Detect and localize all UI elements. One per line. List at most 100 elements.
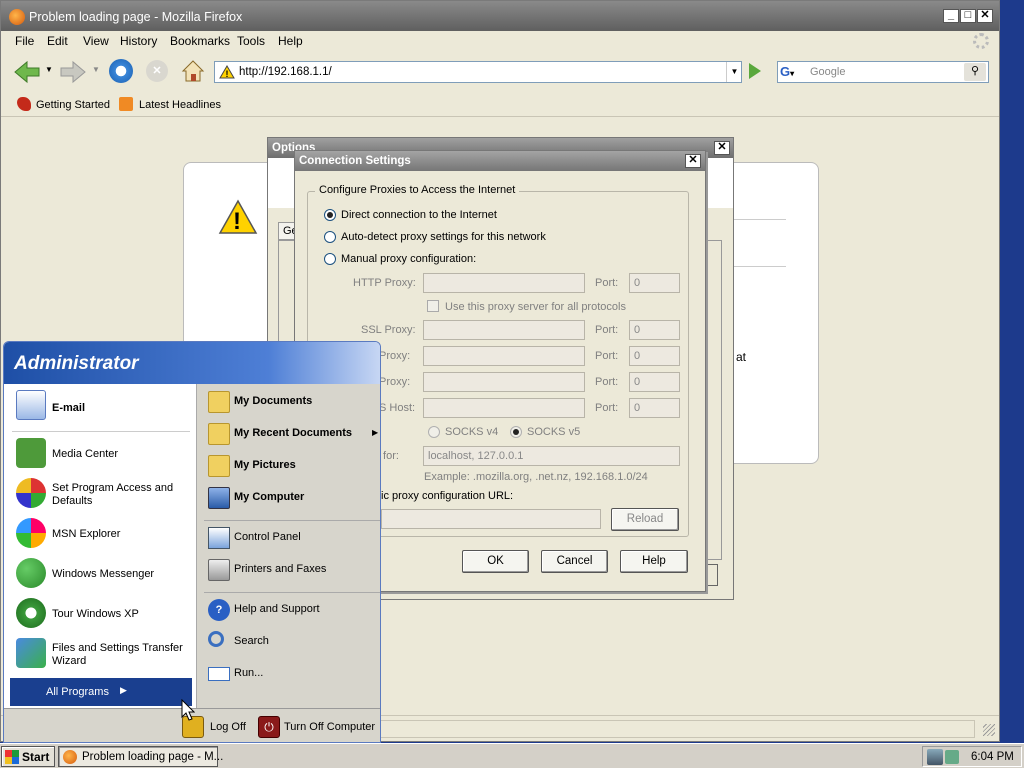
right-help-support[interactable]: ? Help and Support <box>204 595 380 623</box>
google-engine-icon[interactable]: G▾ <box>780 64 806 80</box>
radio-socks-v4[interactable] <box>428 426 440 438</box>
gopher-proxy-input[interactable] <box>423 372 585 392</box>
minimize-button[interactable]: _ <box>943 9 959 23</box>
gopher-port-label: Port: <box>595 376 619 388</box>
menu-history[interactable]: History <box>120 34 157 48</box>
menu-edit[interactable]: Edit <box>47 34 68 48</box>
radio-auto-label[interactable]: Auto-detect proxy settings for this netw… <box>341 231 546 243</box>
start-button[interactable]: Start <box>1 746 55 767</box>
user-name: Administrator <box>14 353 139 374</box>
taskbar-firefox-task[interactable]: Problem loading page - M... <box>58 746 223 767</box>
firefox-titlebar[interactable]: Problem loading page - Mozilla Firefox _… <box>1 1 999 31</box>
options-close-button[interactable]: ✕ <box>714 141 730 155</box>
reload-button[interactable]: Reload <box>611 508 679 531</box>
http-proxy-input[interactable] <box>423 273 585 293</box>
url-text: http://192.168.1.1/ <box>239 66 332 78</box>
all-programs-button[interactable]: All Programs ▶ <box>10 678 192 706</box>
recent-transfer-wizard[interactable]: Files and Settings Transfer Wizard <box>14 636 194 672</box>
turn-off-button[interactable]: ⏻ Turn Off Computer <box>256 713 380 741</box>
right-my-documents[interactable]: My Documents <box>204 387 380 415</box>
socks-v5-label[interactable]: SOCKS v5 <box>527 426 580 438</box>
right-search[interactable]: Search <box>204 627 380 655</box>
stop-icon[interactable]: ✕ <box>146 60 168 82</box>
recent-program-access[interactable]: Set Program Access and Defaults <box>14 476 194 512</box>
start-left-column: E-mail Media Center Set Program Access a… <box>4 384 196 716</box>
gopher-port-input[interactable]: 0 <box>629 372 680 392</box>
no-proxy-input[interactable]: localhost, 127.0.0.1 <box>423 446 680 466</box>
auto-config-url-input[interactable] <box>381 509 601 529</box>
radio-manual[interactable] <box>324 253 336 265</box>
computer-icon <box>208 487 230 509</box>
turn-off-label: Turn Off Computer <box>284 721 376 733</box>
radio-direct-label[interactable]: Direct connection to the Internet <box>341 209 497 221</box>
menu-file[interactable]: File <box>15 34 34 48</box>
menu-bookmarks[interactable]: Bookmarks <box>170 34 230 48</box>
socks-host-input[interactable] <box>423 398 585 418</box>
menu-help[interactable]: Help <box>278 34 303 48</box>
reload-icon[interactable] <box>109 59 133 83</box>
ftp-proxy-input[interactable] <box>423 346 585 366</box>
help-icon: ? <box>208 599 230 621</box>
socks-port-input[interactable]: 0 <box>629 398 680 418</box>
msn-icon <box>16 518 46 548</box>
log-off-label: Log Off <box>210 721 246 733</box>
ftp-proxy-label: Proxy: <box>379 350 411 362</box>
back-dropdown-icon[interactable]: ▼ <box>45 65 53 74</box>
search-input[interactable]: Google <box>810 66 845 78</box>
mouse-cursor-icon <box>181 699 195 721</box>
right-printers-faxes[interactable]: Printers and Faxes <box>204 555 380 583</box>
recent-windows-messenger[interactable]: Windows Messenger <box>14 556 194 592</box>
ftp-port-label: Port: <box>595 350 619 362</box>
use-same-proxy-checkbox[interactable] <box>427 300 439 312</box>
home-icon[interactable] <box>180 58 206 84</box>
recent-tour-windows[interactable]: Tour Windows XP <box>14 596 194 632</box>
right-my-pictures[interactable]: My Pictures <box>204 451 380 479</box>
recent-msn-explorer[interactable]: MSN Explorer <box>14 516 194 552</box>
help-button[interactable]: Help <box>620 550 688 573</box>
printer-icon <box>208 559 230 581</box>
bookmark-getting-started[interactable]: Getting Started <box>36 99 110 111</box>
url-dropdown-icon[interactable]: ▼ <box>726 62 742 82</box>
ftp-port-input[interactable]: 0 <box>629 346 680 366</box>
menu-tools[interactable]: Tools <box>237 34 265 48</box>
cancel-button[interactable]: Cancel <box>541 550 608 573</box>
menu-view[interactable]: View <box>83 34 109 48</box>
right-my-recent-documents[interactable]: My Recent Documents ▶ <box>204 419 380 447</box>
connection-close-button[interactable]: ✕ <box>685 154 701 168</box>
forward-icon[interactable] <box>59 59 87 85</box>
media-center-icon <box>16 438 46 468</box>
right-run[interactable]: Run... <box>204 659 380 687</box>
right-my-computer[interactable]: My Computer <box>204 483 380 511</box>
radio-auto-detect[interactable] <box>324 231 336 243</box>
nav-toolbar: ▼ ▼ ✕ ! http://192.168.1.1/ ▼ G▾ Google … <box>1 53 999 91</box>
maximize-button[interactable]: □ <box>960 9 976 23</box>
close-window-button[interactable]: ✕ <box>977 9 993 23</box>
use-same-proxy-label[interactable]: Use this proxy server for all protocols <box>445 301 626 313</box>
search-bar[interactable]: G▾ Google ⚲ <box>777 61 989 83</box>
search-go-icon[interactable]: ⚲ <box>964 63 986 81</box>
back-icon[interactable] <box>13 59 41 85</box>
start-menu: Administrator E-mail Media Center Set Pr… <box>3 341 381 743</box>
clock[interactable]: 6:04 PM <box>971 751 1014 763</box>
connection-titlebar[interactable]: Connection Settings ✕ <box>295 151 705 171</box>
gopher-proxy-label: Proxy: <box>379 376 411 388</box>
radio-manual-label[interactable]: Manual proxy configuration: <box>341 253 476 265</box>
firefox-logo-icon <box>9 9 25 25</box>
tray-volume-icon[interactable] <box>945 750 959 764</box>
radio-socks-v5[interactable] <box>510 426 522 438</box>
recent-media-center[interactable]: Media Center <box>14 436 194 472</box>
tray-network-icon[interactable] <box>927 749 943 765</box>
resize-grip-icon[interactable] <box>983 724 995 736</box>
url-bar[interactable]: ! http://192.168.1.1/ ▼ <box>214 61 742 83</box>
pinned-email[interactable]: E-mail <box>14 388 194 424</box>
ssl-port-input[interactable]: 0 <box>629 320 680 340</box>
ssl-proxy-input[interactable] <box>423 320 585 340</box>
right-control-panel[interactable]: Control Panel <box>204 523 380 551</box>
http-port-input[interactable]: 0 <box>629 273 680 293</box>
radio-direct[interactable] <box>324 209 336 221</box>
bookmark-latest-headlines[interactable]: Latest Headlines <box>139 99 221 111</box>
go-icon[interactable] <box>749 63 761 79</box>
ok-button[interactable]: OK <box>462 550 529 573</box>
socks-v4-label[interactable]: SOCKS v4 <box>445 426 498 438</box>
forward-dropdown-icon[interactable]: ▼ <box>92 65 100 74</box>
